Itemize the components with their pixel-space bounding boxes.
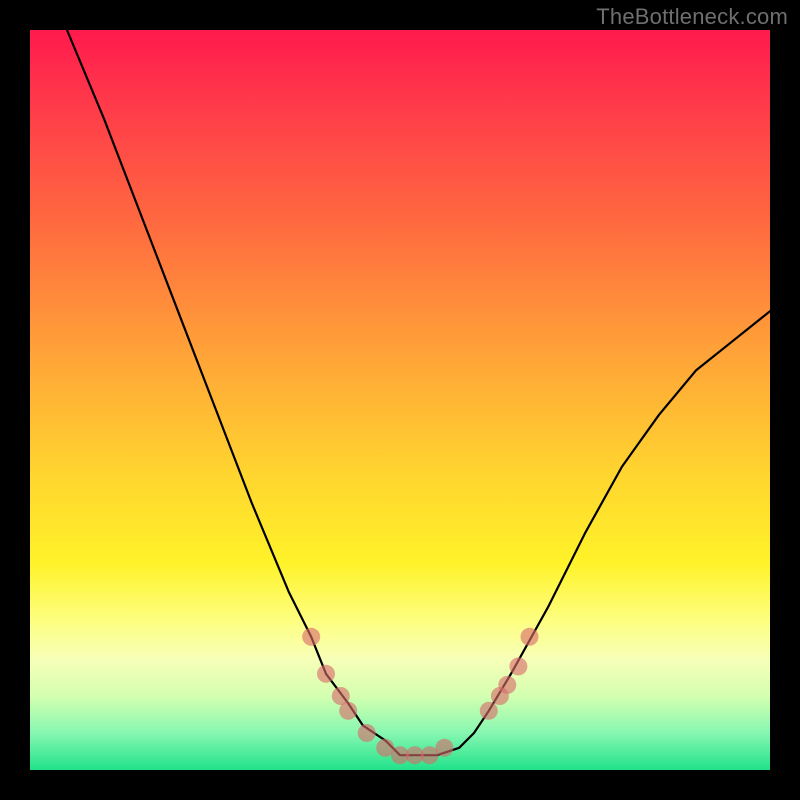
watermark-text: TheBottleneck.com [596, 4, 788, 30]
black-frame [0, 0, 800, 800]
